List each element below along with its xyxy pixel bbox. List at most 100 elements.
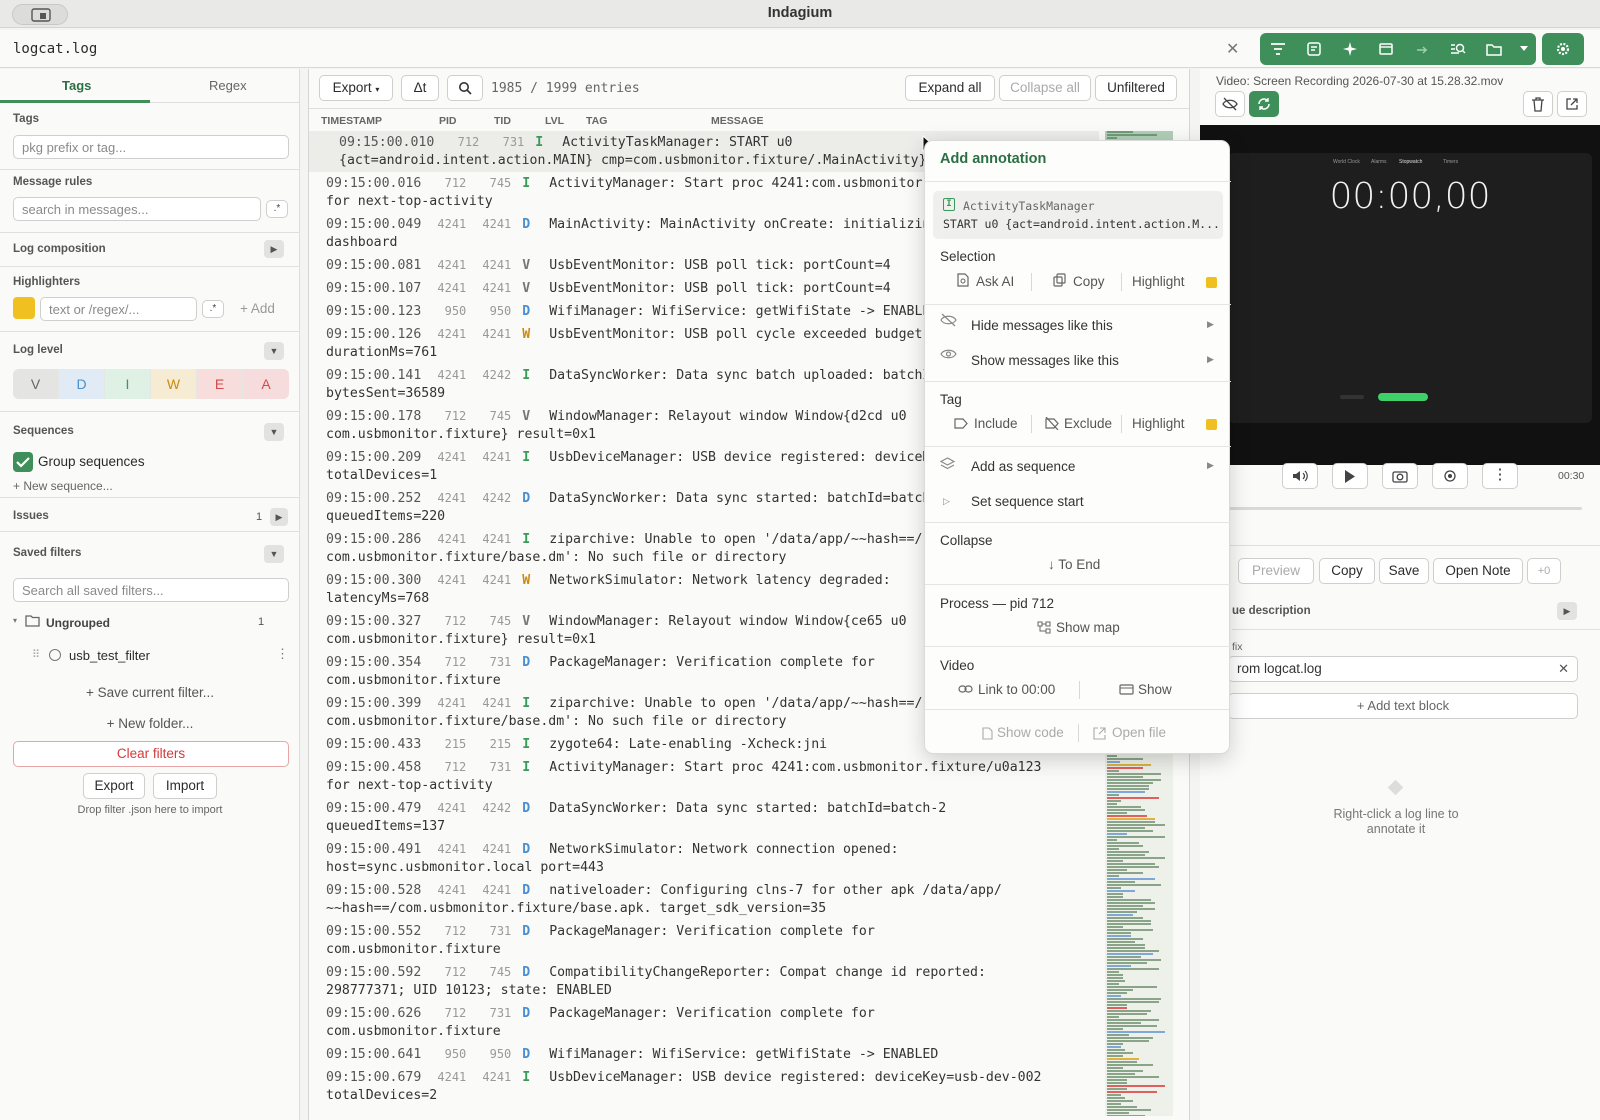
folder-name[interactable]: Ungrouped bbox=[46, 616, 110, 630]
col-timestamp[interactable]: TIMESTAMP bbox=[321, 115, 382, 127]
delta-time-button[interactable]: Δt bbox=[401, 75, 439, 101]
new-sequence-button[interactable]: + New sequence... bbox=[13, 479, 113, 493]
collapse-to-end-button[interactable]: ↓ To End bbox=[1048, 557, 1100, 572]
ask-ai-button[interactable]: Ask AI bbox=[976, 274, 1014, 289]
log-row[interactable]: 09:15:00.528 4241 4241 D nativeloader: Conf… bbox=[309, 879, 1099, 920]
chevron-down-icon[interactable]: ▼ bbox=[264, 545, 284, 563]
more-options-icon[interactable]: ⋮ bbox=[1482, 463, 1518, 489]
open-file-button[interactable]: Open file bbox=[1112, 725, 1166, 740]
log-row[interactable]: 09:15:00.626 712 731 D PackageManager: Veri… bbox=[309, 1002, 1099, 1043]
saved-filter-item[interactable]: usb_test_filter bbox=[69, 648, 150, 663]
unfiltered-button[interactable]: Unfiltered bbox=[1095, 75, 1177, 101]
open-note-button[interactable]: Open Note bbox=[1433, 558, 1523, 584]
add-text-block-button[interactable]: + Add text block bbox=[1228, 693, 1578, 719]
copy-selection-button[interactable]: Copy bbox=[1073, 274, 1105, 289]
log-row[interactable]: 09:15:00.458 712 731 I ActivityManager: Sta… bbox=[309, 756, 1099, 797]
log-row[interactable]: 09:15:00.479 4241 4242 D DataSyncWorker: Da… bbox=[309, 797, 1099, 838]
note-preview-button[interactable]: Preview bbox=[1238, 558, 1314, 584]
video-scrubber[interactable] bbox=[1210, 507, 1582, 510]
show-video-button[interactable]: Show bbox=[1138, 682, 1172, 697]
search-button[interactable] bbox=[447, 75, 483, 101]
col-tag[interactable]: TAG bbox=[586, 115, 607, 127]
filter-icon[interactable] bbox=[1260, 33, 1296, 65]
radio-icon[interactable] bbox=[49, 649, 61, 661]
prefix-input[interactable]: rom logcat.log ✕ bbox=[1228, 656, 1578, 682]
sync-video-button[interactable] bbox=[1249, 91, 1279, 117]
log-row[interactable]: 09:15:00.641 950 950 D WifiManager: WifiSer… bbox=[309, 1043, 1099, 1066]
save-current-filter-button[interactable]: + Save current filter... bbox=[0, 685, 300, 700]
level-i-toggle[interactable]: I bbox=[105, 369, 150, 399]
expand-all-button[interactable]: Expand all bbox=[905, 75, 995, 101]
settings-icon[interactable] bbox=[1542, 33, 1584, 65]
new-folder-button[interactable]: + New folder... bbox=[0, 716, 300, 731]
popout-video-button[interactable] bbox=[1557, 91, 1587, 117]
file-tab[interactable]: logcat.log ✕ bbox=[0, 30, 1260, 68]
collapse-all-button[interactable]: Collapse all bbox=[999, 75, 1091, 101]
message-rules-input[interactable]: search in messages... bbox=[13, 197, 261, 221]
highlight-selection-button[interactable]: Highlight bbox=[1132, 274, 1185, 289]
clear-filters-button[interactable]: Clear filters bbox=[13, 741, 289, 767]
link-video-time-button[interactable]: Link to 00:00 bbox=[978, 682, 1055, 697]
locate-button[interactable] bbox=[1432, 463, 1468, 489]
group-sequences-checkbox[interactable] bbox=[13, 452, 33, 472]
col-message[interactable]: MESSAGE bbox=[711, 115, 764, 127]
add-highlighter-button[interactable]: + Add bbox=[240, 301, 275, 316]
hide-video-button[interactable] bbox=[1215, 91, 1245, 117]
ai-sparkle-icon[interactable] bbox=[1332, 33, 1368, 65]
log-row[interactable]: 09:15:00.592 712 745 D CompatibilityChangeR… bbox=[309, 961, 1099, 1002]
saved-filters-search[interactable]: Search all saved filters... bbox=[13, 578, 289, 602]
level-a-toggle[interactable]: A bbox=[243, 369, 289, 399]
export-menu-button[interactable]: Export ▾ bbox=[319, 75, 393, 101]
highlight-color-swatch[interactable] bbox=[13, 297, 35, 319]
add-as-sequence[interactable]: Add as sequence bbox=[971, 459, 1075, 474]
compare-icon[interactable] bbox=[1404, 33, 1440, 65]
col-pid[interactable]: PID bbox=[439, 115, 457, 127]
show-process-map-button[interactable]: Show map bbox=[1056, 620, 1120, 635]
expand-arrow-icon[interactable]: ▶ bbox=[270, 508, 288, 526]
highlighter-input[interactable]: text or /regex/... bbox=[40, 297, 197, 321]
drag-handle-icon[interactable]: ⠿ bbox=[32, 648, 40, 661]
log-row[interactable]: 09:15:00.491 4241 4241 D NetworkSimulator: … bbox=[309, 838, 1099, 879]
note-save-button[interactable]: Save bbox=[1379, 558, 1429, 584]
include-tag-button[interactable]: Include bbox=[974, 416, 1018, 431]
chevron-down-icon[interactable] bbox=[1512, 33, 1536, 65]
clear-icon[interactable]: ✕ bbox=[1558, 661, 1569, 677]
note-copy-button[interactable]: Copy bbox=[1319, 558, 1375, 584]
chevron-down-icon[interactable]: ▼ bbox=[264, 423, 284, 441]
show-messages-like-this[interactable]: Show messages like this bbox=[971, 353, 1119, 368]
log-row[interactable]: 09:15:00.552 712 731 D PackageManager: Veri… bbox=[309, 920, 1099, 961]
exclude-tag-button[interactable]: Exclude bbox=[1064, 416, 1112, 431]
set-sequence-start[interactable]: Set sequence start bbox=[971, 494, 1084, 509]
chevron-down-icon[interactable]: ▾ bbox=[13, 616, 17, 625]
level-w-toggle[interactable]: W bbox=[151, 369, 196, 399]
delete-video-button[interactable] bbox=[1523, 91, 1553, 117]
regex-toggle-icon[interactable]: .* bbox=[266, 200, 288, 218]
more-options-icon[interactable]: ⋮ bbox=[276, 646, 289, 662]
hide-messages-like-this[interactable]: Hide messages like this bbox=[971, 318, 1113, 333]
snapshot-button[interactable] bbox=[1382, 463, 1418, 489]
play-button[interactable] bbox=[1332, 463, 1368, 489]
tab-tags[interactable]: Tags bbox=[62, 78, 91, 93]
close-icon[interactable]: ✕ bbox=[1226, 39, 1239, 59]
folder-icon[interactable] bbox=[1476, 33, 1512, 65]
highlight-tag-button[interactable]: Highlight bbox=[1132, 416, 1185, 431]
show-code-button[interactable]: Show code bbox=[997, 725, 1064, 740]
tab-regex[interactable]: Regex bbox=[209, 78, 247, 93]
video-icon[interactable] bbox=[1368, 33, 1404, 65]
chevron-down-icon[interactable]: ▼ bbox=[264, 342, 284, 360]
col-level[interactable]: LVL bbox=[545, 115, 564, 127]
mute-button[interactable] bbox=[1282, 463, 1318, 489]
level-d-toggle[interactable]: D bbox=[59, 369, 104, 399]
expand-arrow-icon[interactable]: ▶ bbox=[264, 240, 284, 258]
regex-toggle-icon[interactable]: .* bbox=[202, 300, 224, 318]
tags-input[interactable]: pkg prefix or tag... bbox=[13, 135, 289, 159]
log-row[interactable]: 09:15:00.679 4241 4241 I UsbDeviceManager: … bbox=[309, 1066, 1099, 1107]
expand-arrow-icon[interactable]: ▶ bbox=[1557, 602, 1577, 620]
notes-icon[interactable] bbox=[1296, 33, 1332, 65]
search-list-icon[interactable] bbox=[1440, 33, 1476, 65]
export-filters-button[interactable]: Export bbox=[83, 773, 145, 799]
video-player[interactable]: World Clock Alarms Stopwatch Timers 00:0… bbox=[1200, 125, 1600, 465]
col-tid[interactable]: TID bbox=[494, 115, 511, 127]
level-e-toggle[interactable]: E bbox=[197, 369, 242, 399]
import-filters-button[interactable]: Import bbox=[153, 773, 217, 799]
